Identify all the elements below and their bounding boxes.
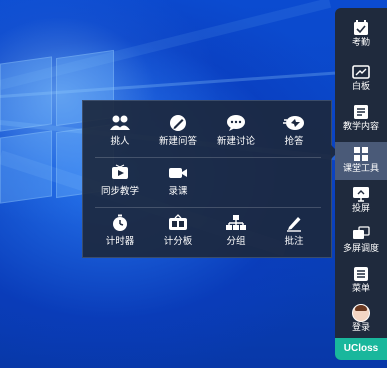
sidebar-item-teaching-content[interactable]: 教学内容 xyxy=(335,100,387,138)
tool-annotate[interactable]: 批注 xyxy=(263,214,325,256)
tool-group[interactable]: 分组 xyxy=(205,214,267,256)
video-camera-icon xyxy=(169,168,187,178)
brand-badge: UCloss xyxy=(335,338,387,360)
menu-icon xyxy=(354,267,368,281)
multi-screen-icon xyxy=(353,226,370,239)
sidebar-item-cast-screen[interactable]: 投屏 xyxy=(335,182,387,220)
edit-icon xyxy=(170,115,186,131)
tool-timer[interactable]: 计时器 xyxy=(89,214,151,256)
sidebar-item-menu[interactable]: 菜单 xyxy=(335,262,387,300)
tool-race-answer[interactable]: 抢答 xyxy=(263,114,325,156)
sidebar-item-attendance[interactable]: 考勤 xyxy=(335,16,387,54)
tool-record-lesson[interactable]: 录课 xyxy=(147,164,209,206)
annotate-pen-icon xyxy=(287,217,301,232)
tool-scoreboard[interactable]: 计分板 xyxy=(147,214,209,256)
whiteboard-icon xyxy=(352,65,370,79)
race-answer-icon xyxy=(283,116,304,130)
sidebar-item-login[interactable]: 登录 xyxy=(335,301,387,339)
classroom-sidebar: 考勤 白板 教学内容 课堂工具 投屏 多屏调度 菜单 登录 xyxy=(335,8,387,360)
avatar xyxy=(352,304,370,322)
panel-divider xyxy=(95,157,321,158)
teaching-content-icon xyxy=(354,105,368,119)
sidebar-item-multi-screen[interactable]: 多屏调度 xyxy=(335,222,387,260)
sync-teaching-icon xyxy=(112,164,128,179)
scoreboard-icon xyxy=(169,214,187,230)
group-tree-icon xyxy=(226,215,246,230)
sidebar-item-whiteboard[interactable]: 白板 xyxy=(335,60,387,98)
tool-pick-student[interactable]: 挑人 xyxy=(89,114,151,156)
tool-sync-teaching[interactable]: 同步教学 xyxy=(89,164,151,206)
classroom-tools-panel: 挑人 新建问答 新建讨论 抢答 同步教学 录课 计时器 计分板 分组 批注 xyxy=(82,100,338,258)
tool-new-discussion[interactable]: 新建讨论 xyxy=(205,114,267,156)
people-icon xyxy=(110,115,130,130)
sidebar-item-classroom-tools[interactable]: 课堂工具 xyxy=(335,142,387,180)
classroom-tools-icon xyxy=(354,147,368,161)
attendance-icon xyxy=(354,20,368,35)
cast-screen-icon xyxy=(353,187,369,202)
timer-icon xyxy=(113,214,127,231)
panel-divider xyxy=(95,207,321,208)
chat-icon xyxy=(227,115,245,131)
tool-new-question[interactable]: 新建问答 xyxy=(147,114,209,156)
